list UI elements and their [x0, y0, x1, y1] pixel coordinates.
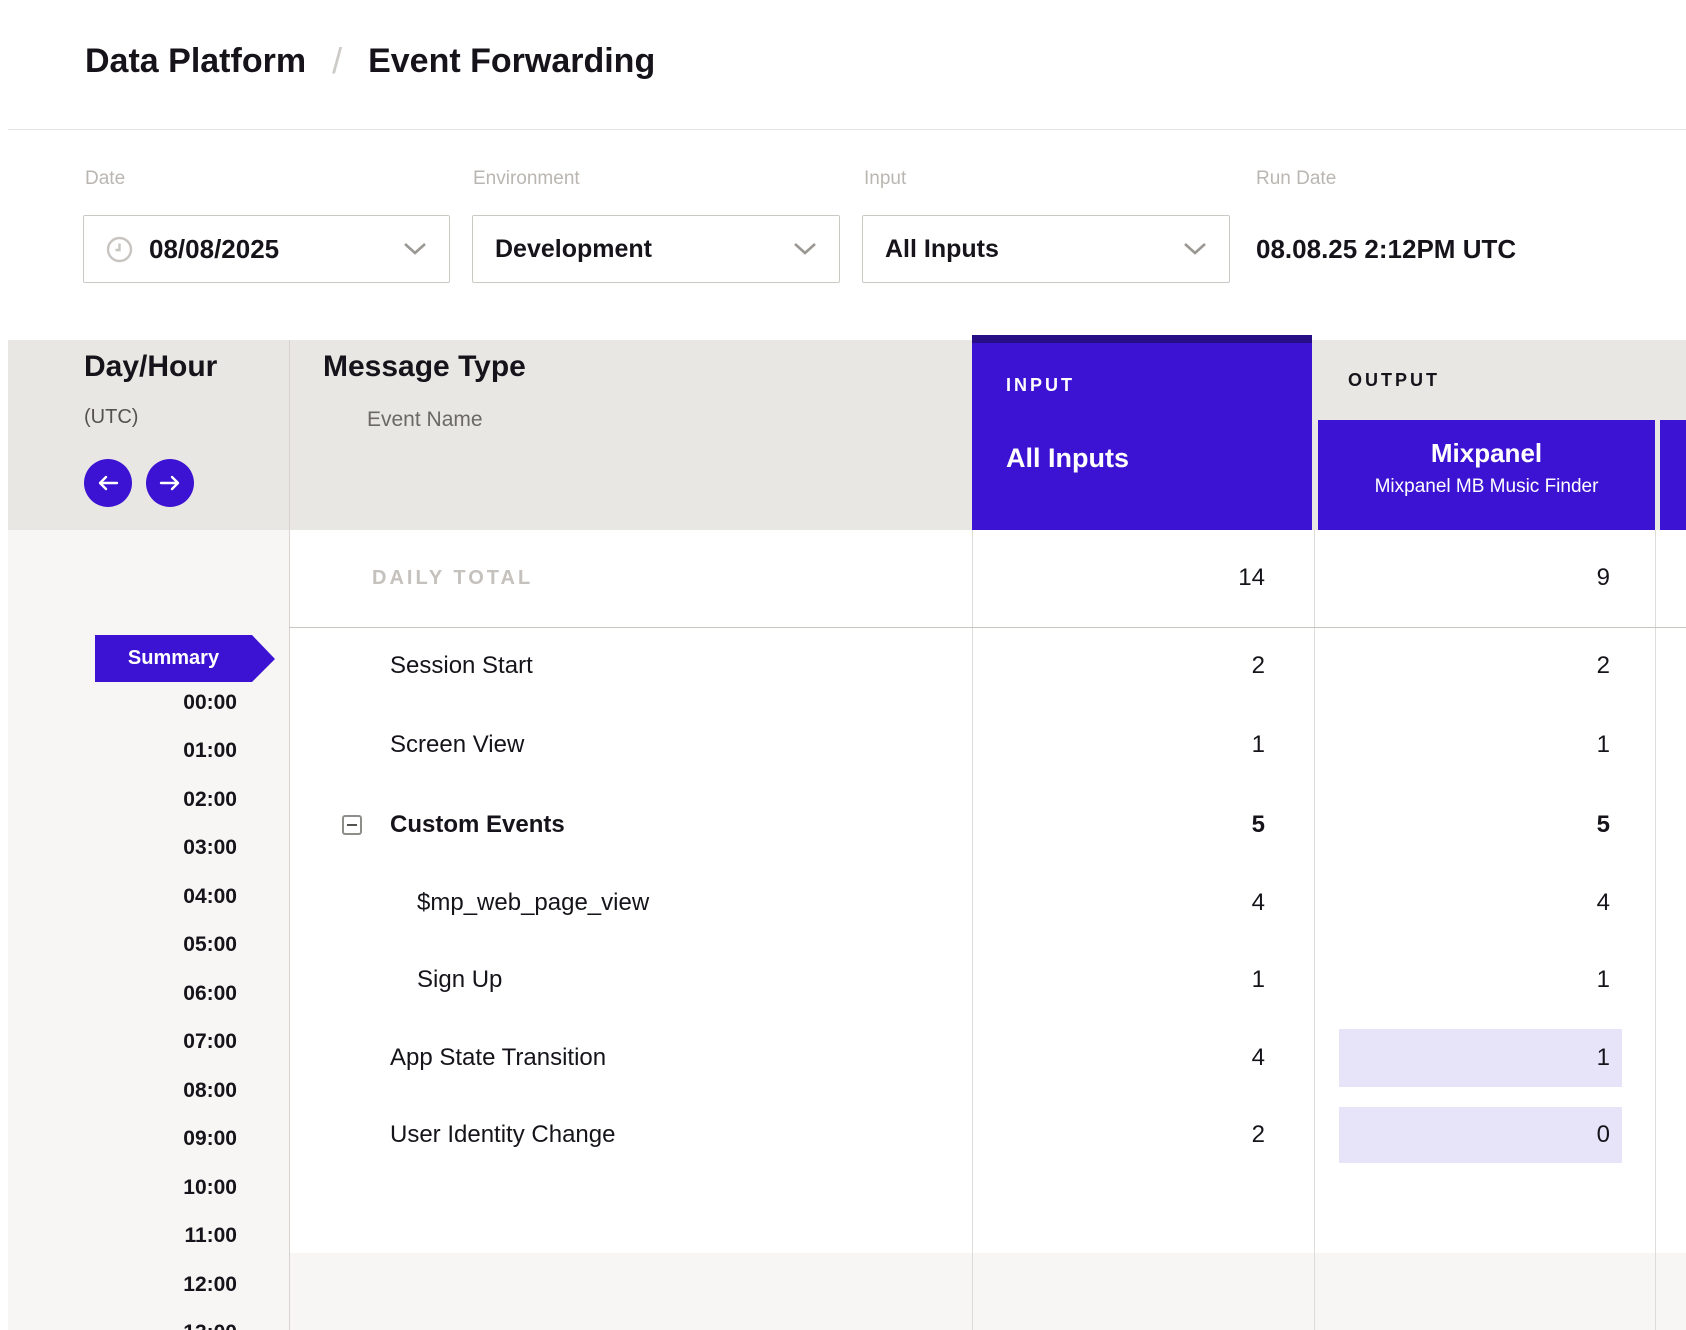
run-date-value: 08.08.25 2:12PM UTC — [1256, 215, 1516, 283]
daily-total-output-value: 9 — [1318, 554, 1610, 602]
run-date-label: Run Date — [1256, 168, 1336, 190]
row-label: $mp_web_page_view — [417, 879, 649, 927]
chevron-down-icon — [403, 242, 427, 256]
row-output-value: 4 — [1318, 879, 1610, 927]
daily-total-divider — [289, 627, 1686, 628]
hour-row-06[interactable]: 06:00 — [8, 970, 237, 1018]
left-gutter — [0, 0, 8, 1330]
breadcrumb-separator: / — [332, 40, 342, 82]
date-value: 08/08/2025 — [149, 234, 279, 265]
row-output-value: 0 — [1318, 1111, 1610, 1159]
next-day-button[interactable] — [146, 459, 194, 507]
output-column-header[interactable]: Mixpanel Mixpanel MB Music Finder — [1318, 420, 1655, 530]
minus-glyph — [347, 824, 357, 826]
page-title: Event Forwarding — [368, 42, 655, 81]
input-column-header: INPUT All Inputs — [972, 335, 1312, 530]
message-type-title: Message Type — [323, 350, 526, 384]
output-column-title: Mixpanel — [1318, 438, 1655, 469]
hour-row-10[interactable]: 10:00 — [8, 1164, 237, 1212]
rail-divider — [289, 340, 290, 1330]
row-label: Custom Events — [390, 801, 565, 849]
row-input-value: 2 — [972, 1111, 1265, 1159]
output-kicker: OUTPUT — [1348, 370, 1440, 391]
chevron-down-icon — [793, 242, 817, 256]
row-output-value: 1 — [1318, 721, 1610, 769]
date-label: Date — [85, 168, 125, 190]
hour-row-08[interactable]: 08:00 — [8, 1067, 237, 1115]
hour-row-01[interactable]: 01:00 — [8, 727, 237, 775]
row-output-value: 1 — [1318, 1034, 1610, 1082]
collapse-icon[interactable] — [342, 815, 362, 835]
row-input-value: 4 — [972, 1034, 1265, 1082]
summary-tab[interactable]: Summary — [95, 635, 252, 682]
row-label: App State Transition — [390, 1034, 606, 1082]
arrow-left-icon — [97, 475, 119, 491]
row-label: User Identity Change — [390, 1111, 615, 1159]
clock-icon — [106, 236, 133, 263]
input-select[interactable]: All Inputs — [862, 215, 1230, 283]
input-value: All Inputs — [885, 235, 999, 264]
breadcrumb-parent-link[interactable]: Data Platform — [85, 42, 306, 81]
hour-row-02[interactable]: 02:00 — [8, 776, 237, 824]
environment-label: Environment — [473, 168, 580, 190]
column-divider — [1314, 530, 1315, 1330]
date-select[interactable]: 08/08/2025 — [83, 215, 450, 283]
input-kicker: INPUT — [1006, 375, 1075, 396]
event-forwarding-page: Data Platform / Event Forwarding Date En… — [0, 0, 1686, 1330]
day-hour-subtitle: (UTC) — [84, 406, 138, 429]
row-output-value: 2 — [1318, 642, 1610, 690]
hour-row-05[interactable]: 05:00 — [8, 921, 237, 969]
hour-row-11[interactable]: 11:00 — [8, 1212, 237, 1260]
environment-value: Development — [495, 235, 652, 264]
row-output-value: 1 — [1318, 956, 1610, 1004]
daily-total-input-value: 14 — [972, 554, 1265, 602]
event-name-subtitle: Event Name — [367, 408, 483, 432]
row-input-value: 1 — [972, 721, 1265, 769]
hour-row-13[interactable]: 13:00 — [8, 1309, 237, 1330]
arrow-right-icon — [159, 475, 181, 491]
input-column-title: All Inputs — [1006, 443, 1129, 474]
row-input-value: 2 — [972, 642, 1265, 690]
output-column-subtitle: Mixpanel MB Music Finder — [1318, 476, 1655, 498]
hour-row-07[interactable]: 07:00 — [8, 1018, 237, 1066]
row-output-value: 5 — [1318, 801, 1610, 849]
row-input-value: 1 — [972, 956, 1265, 1004]
hour-row-03[interactable]: 03:00 — [8, 824, 237, 872]
row-input-value: 4 — [972, 879, 1265, 927]
column-divider — [1655, 530, 1656, 1330]
input-label: Input — [864, 168, 906, 190]
daily-total-label: DAILY TOTAL — [372, 554, 533, 602]
hour-row-09[interactable]: 09:00 — [8, 1115, 237, 1163]
next-output-column-stub — [1660, 420, 1686, 530]
hour-row-12[interactable]: 12:00 — [8, 1261, 237, 1309]
row-label: Sign Up — [417, 956, 502, 1004]
chevron-down-icon — [1183, 242, 1207, 256]
row-label: Session Start — [390, 642, 533, 690]
breadcrumb: Data Platform / Event Forwarding — [85, 40, 655, 82]
environment-select[interactable]: Development — [472, 215, 840, 283]
previous-day-button[interactable] — [84, 459, 132, 507]
day-hour-title: Day/Hour — [84, 350, 217, 384]
row-label: Screen View — [390, 721, 524, 769]
row-input-value: 5 — [972, 801, 1265, 849]
hour-row-04[interactable]: 04:00 — [8, 873, 237, 921]
hour-row-00[interactable]: 00:00 — [8, 679, 237, 727]
